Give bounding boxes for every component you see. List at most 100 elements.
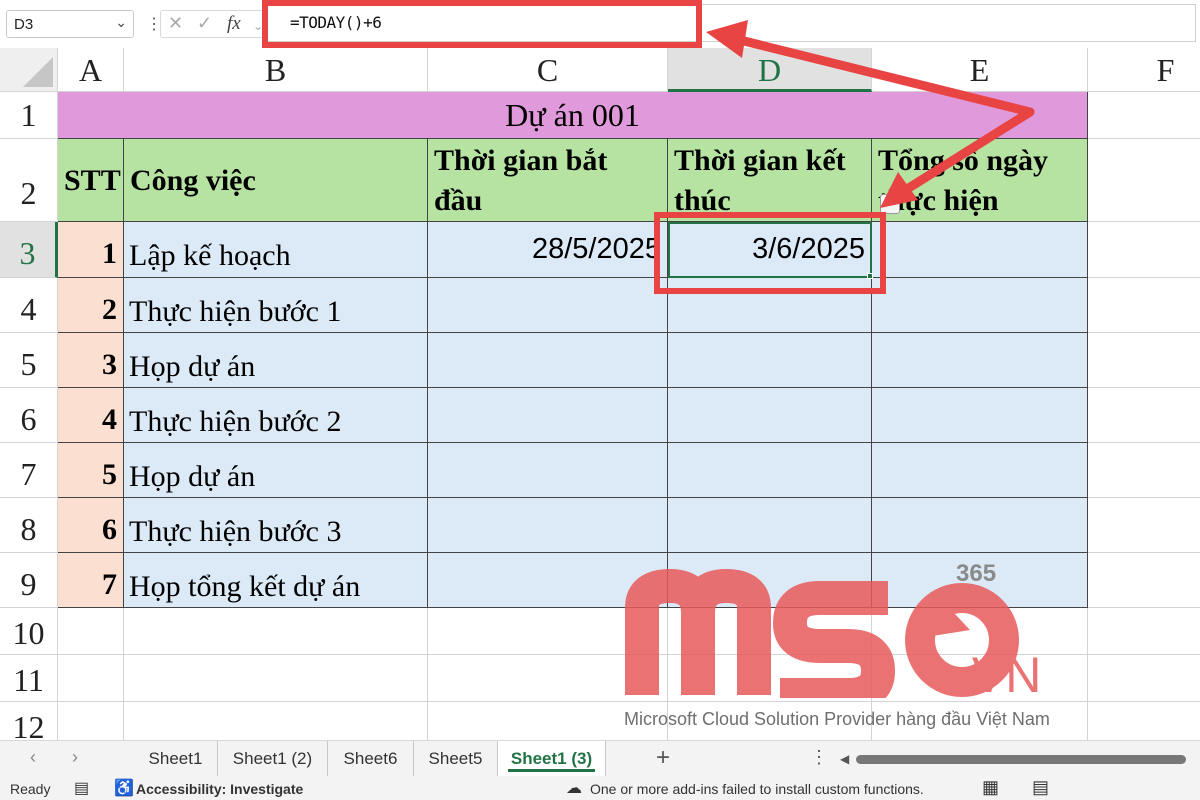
total-days-cell[interactable] [872, 443, 1088, 498]
macro-icon[interactable]: ▤ [74, 778, 89, 798]
row-header-10[interactable]: 10 [0, 608, 58, 655]
cell-f7[interactable] [1088, 443, 1200, 498]
stt-cell[interactable]: 5 [58, 443, 124, 498]
more-icon[interactable]: ⋮ [810, 747, 828, 768]
check-icon[interactable]: ✓ [197, 13, 212, 34]
cell-f2[interactable] [1088, 139, 1200, 222]
row-header-1[interactable]: 1 [0, 92, 58, 139]
cell-a10[interactable] [58, 608, 124, 655]
row-header-11[interactable]: 11 [0, 655, 58, 702]
task-cell[interactable]: Họp dự án [124, 333, 428, 388]
column-header-d[interactable]: D [668, 48, 872, 92]
row-header-3[interactable]: 3 [0, 222, 58, 278]
cell-f11[interactable] [1088, 655, 1200, 702]
cancel-icon[interactable]: ✕ [168, 13, 183, 34]
header-total-days[interactable]: Tổng số ngày thực hiện [872, 139, 1088, 222]
row-header-4[interactable]: 4 [0, 278, 58, 333]
end-date-cell[interactable] [668, 333, 872, 388]
cell-f10[interactable] [1088, 608, 1200, 655]
cell-f9[interactable] [1088, 553, 1200, 608]
cell-highlight-box [654, 212, 886, 294]
start-date-cell[interactable] [428, 278, 668, 333]
cell-f4[interactable] [1088, 278, 1200, 333]
name-box[interactable]: D3 ⌄ [6, 10, 134, 38]
cloud-warning-icon: ☁ [566, 780, 582, 797]
paste-options-icon[interactable] [880, 194, 900, 214]
stt-cell[interactable]: 4 [58, 388, 124, 443]
stt-cell[interactable]: 7 [58, 553, 124, 608]
cell-f3[interactable] [1088, 222, 1200, 278]
column-header-a[interactable]: A [58, 48, 124, 92]
header-stt[interactable]: STT [58, 139, 124, 222]
cell-a11[interactable] [58, 655, 124, 702]
task-cell[interactable]: Thực hiện bước 1 [124, 278, 428, 333]
sheet-tab-active[interactable]: Sheet1 (3) [498, 741, 606, 777]
row-header-9[interactable]: 9 [0, 553, 58, 608]
column-header-b[interactable]: B [124, 48, 428, 92]
scrollbar-thumb[interactable] [856, 755, 1186, 764]
row-header-5[interactable]: 5 [0, 333, 58, 388]
cell-f1[interactable] [1088, 92, 1200, 139]
column-header-e[interactable]: E [872, 48, 1088, 92]
row-header-7[interactable]: 7 [0, 443, 58, 498]
horizontal-scrollbar[interactable]: ◀ [840, 752, 1192, 766]
header-task[interactable]: Công việc [124, 139, 428, 222]
end-date-cell[interactable] [668, 498, 872, 553]
task-cell[interactable]: Thực hiện bước 2 [124, 388, 428, 443]
select-all-button[interactable] [0, 48, 58, 92]
total-days-cell[interactable] [872, 388, 1088, 443]
cell-a12[interactable] [58, 702, 124, 740]
total-days-cell[interactable] [872, 278, 1088, 333]
chevron-down-icon[interactable]: ⌄ [115, 14, 127, 31]
start-date-cell[interactable] [428, 388, 668, 443]
sheet-tab[interactable]: Sheet1 (2) [218, 741, 328, 777]
start-date-cell[interactable] [428, 443, 668, 498]
row-header-12[interactable]: 12 [0, 702, 58, 740]
cell-f12[interactable] [1088, 702, 1200, 740]
sheet-tab[interactable]: Sheet1 [134, 741, 218, 777]
function-icon[interactable]: fx [227, 13, 241, 35]
page-layout-icon[interactable]: ▤ [1032, 777, 1049, 798]
stt-cell[interactable]: 6 [58, 498, 124, 553]
status-message[interactable]: One or more add-ins failed to install cu… [590, 781, 924, 797]
cell-f8[interactable] [1088, 498, 1200, 553]
cell-b10[interactable] [124, 608, 428, 655]
header-start-date[interactable]: Thời gian bắt đầu [428, 139, 668, 222]
task-cell[interactable]: Họp dự án [124, 443, 428, 498]
stt-cell[interactable]: 2 [58, 278, 124, 333]
sheet-tab-bar: ‹ › Sheet1 Sheet1 (2) Sheet6 Sheet5 Shee… [0, 740, 1200, 777]
arrow-left-icon[interactable]: ‹ [30, 747, 36, 768]
start-date-cell[interactable]: 28/5/2025 [428, 222, 668, 278]
cell-b12[interactable] [124, 702, 428, 740]
task-cell[interactable]: Thực hiện bước 3 [124, 498, 428, 553]
total-days-cell[interactable] [872, 498, 1088, 553]
stt-cell[interactable]: 1 [58, 222, 124, 278]
stt-cell[interactable]: 3 [58, 333, 124, 388]
end-date-cell[interactable] [668, 388, 872, 443]
normal-view-icon[interactable]: ▦ [982, 777, 999, 798]
total-days-cell[interactable] [872, 222, 1088, 278]
arrow-right-icon[interactable]: › [72, 747, 78, 768]
row-header-6[interactable]: 6 [0, 388, 58, 443]
end-date-cell[interactable] [668, 443, 872, 498]
task-cell[interactable]: Lập kế hoạch [124, 222, 428, 278]
sheet-tab[interactable]: Sheet6 [328, 741, 414, 777]
project-title-cell[interactable]: Dự án 001 [58, 92, 1088, 139]
add-sheet-icon[interactable]: + [656, 744, 670, 772]
watermark-tagline: Microsoft Cloud Solution Provider hàng đ… [624, 709, 1050, 729]
scroll-left-icon[interactable]: ◀ [840, 752, 849, 766]
total-days-cell[interactable] [872, 333, 1088, 388]
sheet-tab[interactable]: Sheet5 [414, 741, 498, 777]
accessibility-status[interactable]: Accessibility: Investigate [136, 781, 303, 797]
row-header-2[interactable]: 2 [0, 139, 58, 222]
cell-f5[interactable] [1088, 333, 1200, 388]
row-header-8[interactable]: 8 [0, 498, 58, 553]
task-cell[interactable]: Họp tổng kết dự án [124, 553, 428, 608]
start-date-cell[interactable] [428, 498, 668, 553]
cell-f6[interactable] [1088, 388, 1200, 443]
start-date-cell[interactable] [428, 333, 668, 388]
header-end-date[interactable]: Thời gian kết thúc [668, 139, 872, 222]
column-header-c[interactable]: C [428, 48, 668, 92]
column-header-f[interactable]: F [1088, 48, 1200, 92]
cell-b11[interactable] [124, 655, 428, 702]
